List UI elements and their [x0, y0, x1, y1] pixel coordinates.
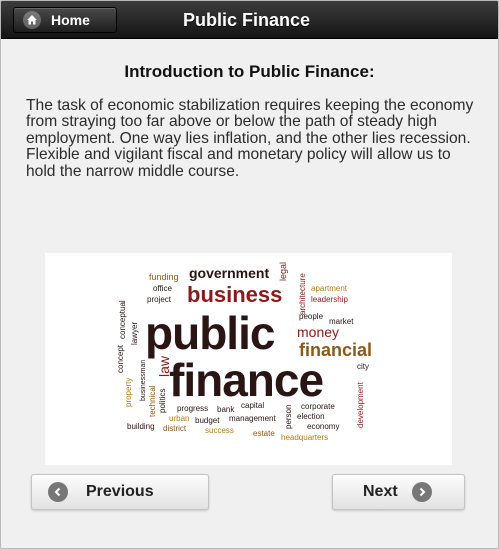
word-finance: finance: [169, 354, 324, 406]
word-money: money: [297, 324, 340, 340]
word-office: office: [153, 284, 172, 293]
word-funding: funding: [149, 272, 179, 282]
word-project: project: [147, 295, 172, 304]
word-headquarters: headquarters: [281, 433, 329, 442]
word-conceptual: conceptual: [118, 300, 127, 339]
page-title-wrap: Public Finance: [121, 1, 498, 39]
word-concept: concept: [116, 344, 125, 373]
word-cloud-image: funding office project government busine…: [45, 253, 452, 465]
word-leadership: leadership: [311, 295, 348, 304]
word-people: people: [299, 312, 324, 321]
word-politics: politics: [158, 388, 167, 413]
word-technical: technical: [148, 385, 157, 417]
home-button-label: Home: [51, 12, 90, 28]
word-government: government: [189, 265, 270, 281]
word-election: election: [297, 412, 325, 421]
word-person: person: [284, 404, 293, 429]
word-development: development: [356, 382, 365, 428]
word-apartment: apartment: [311, 284, 348, 293]
page-title: Public Finance: [182, 9, 311, 30]
home-icon: [23, 11, 41, 29]
header-bar: Home Public Finance: [1, 1, 498, 39]
intro-text: The task of economic stabilization requi…: [26, 97, 474, 180]
word-budget: budget: [195, 416, 220, 425]
word-public: public: [145, 307, 275, 359]
next-button-label: Next: [363, 483, 398, 500]
word-business: business: [187, 282, 283, 307]
word-businessman: businessman: [140, 359, 147, 401]
next-button[interactable]: Next: [332, 474, 465, 510]
word-capital: capital: [241, 401, 265, 410]
word-progress: progress: [177, 404, 209, 413]
app-frame: Home Public Finance Introduction to Publ…: [0, 0, 499, 549]
word-urban: urban: [169, 414, 190, 423]
word-architecture: architecture: [298, 273, 307, 315]
word-legal: legal: [278, 261, 288, 281]
word-city: city: [357, 362, 369, 371]
word-building: building: [127, 422, 155, 431]
intro-heading: Introduction to Public Finance:: [124, 62, 375, 81]
word-bank: bank: [217, 405, 235, 414]
word-property: property: [124, 377, 133, 407]
home-button[interactable]: Home: [13, 7, 117, 33]
word-estate: estate: [253, 429, 275, 438]
word-economy: economy: [307, 422, 340, 431]
word-success: success: [205, 426, 234, 435]
arrow-right-icon: [411, 482, 432, 502]
previous-button[interactable]: Previous: [31, 474, 209, 510]
previous-button-label: Previous: [86, 483, 154, 500]
word-lawyer: lawyer: [130, 321, 139, 345]
word-corporate: corporate: [301, 402, 335, 411]
word-district: district: [163, 424, 187, 433]
arrow-left-icon: [48, 482, 68, 502]
word-management: management: [229, 414, 276, 423]
